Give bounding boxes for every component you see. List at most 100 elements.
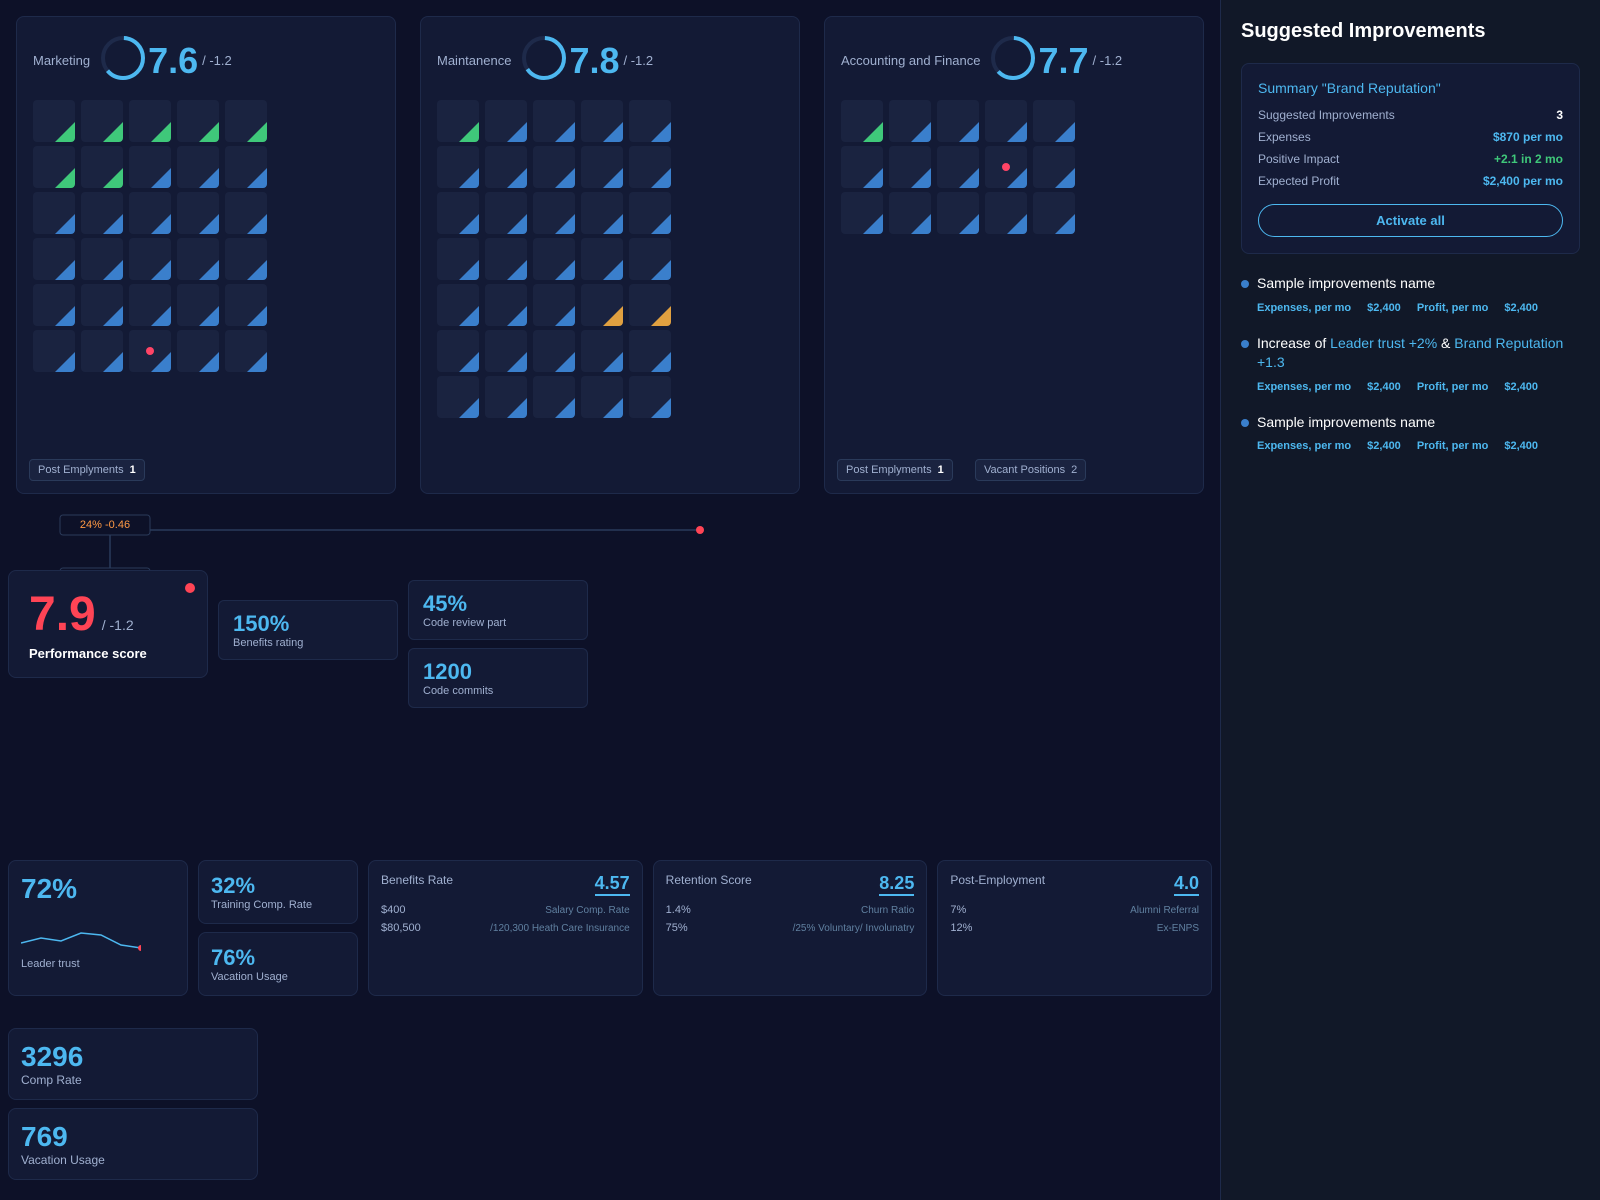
tile: [533, 146, 575, 188]
retention-row1-label: 1.4%: [666, 904, 691, 916]
code-commits-value: 1200: [423, 659, 573, 685]
tile: [581, 238, 623, 280]
tile: [129, 238, 171, 280]
summary-header: Summary "Brand Reputation": [1258, 80, 1563, 96]
postempl-title: Post-Employment: [950, 873, 1045, 896]
right-panel: Suggested Improvements Summary "Brand Re…: [1220, 0, 1600, 1200]
dept-score-maintanence: 7.8: [569, 40, 619, 82]
tile: [33, 238, 75, 280]
dept-card-maintanence: Maintanence 7.8 / -1.2: [420, 16, 800, 494]
benefits-rating-value: 150%: [233, 611, 383, 637]
profit-label: Expected Profit: [1258, 174, 1339, 188]
dept-card-accounting: Accounting and Finance 7.7 / -1.2: [824, 16, 1204, 494]
tile: [437, 192, 479, 234]
vacant-badge: Vacant Positions 2: [975, 459, 1086, 481]
perf-score-delta: / -1.2: [102, 617, 134, 633]
expenses-value: $870 per mo: [1493, 130, 1563, 144]
dept-title-accounting: Accounting and Finance: [841, 53, 980, 68]
benefits-score: 4.57: [595, 873, 630, 896]
imp3-profit-val: $2,400: [1504, 440, 1538, 452]
retention-row2-label: 75%: [666, 922, 688, 934]
leader-trust-link[interactable]: Leader trust +2%: [1330, 335, 1437, 351]
benefits-row2-label: $80,500: [381, 922, 421, 934]
dept-score-marketing: 7.6: [148, 40, 198, 82]
tile: [81, 284, 123, 326]
improvement-item-2: Increase of Leader trust +2% & Brand Rep…: [1241, 334, 1580, 393]
tile: [533, 330, 575, 372]
code-commits-label: Code commits: [423, 685, 573, 697]
tile: [33, 192, 75, 234]
dept-card-marketing: Marketing 7.6 / -1.2: [16, 16, 396, 494]
code-review-card: 45% Code review part: [408, 580, 588, 640]
perf-label: Performance score: [29, 646, 187, 661]
impact-label: Positive Impact: [1258, 152, 1339, 166]
tile: [437, 330, 479, 372]
profit-value: $2,400 per mo: [1483, 174, 1563, 188]
tile: [485, 238, 527, 280]
leader-trust-card: 72% Leader trust: [8, 860, 188, 996]
tile: [533, 192, 575, 234]
summary-row-count: Suggested Improvements 3: [1258, 108, 1563, 122]
dept-title-maintanence: Maintanence: [437, 53, 511, 68]
activate-all-button[interactable]: Activate all: [1258, 204, 1563, 237]
summary-row-profit: Expected Profit $2,400 per mo: [1258, 174, 1563, 188]
svg-text:24% -0.46: 24% -0.46: [80, 519, 130, 531]
retention-header: Retention Score 8.25: [666, 873, 915, 896]
tile: [33, 146, 75, 188]
tile: [129, 284, 171, 326]
impact-value: +2.1 in 2 mo: [1494, 152, 1563, 166]
tile: [533, 284, 575, 326]
imp3-exp-label: Expenses, per mo: [1257, 440, 1351, 452]
leader-trust-chart: [21, 913, 141, 953]
tile-red-dot: [129, 330, 171, 372]
tile: [629, 330, 671, 372]
tile: [225, 330, 267, 372]
tile: [177, 238, 219, 280]
tile: [33, 330, 75, 372]
retention-row-1: 1.4% Churn Ratio: [666, 904, 915, 916]
retention-title: Retention Score: [666, 873, 752, 896]
imp2-exp-label: Expenses, per mo: [1257, 381, 1351, 393]
imp3-exp-val: $2,400: [1367, 440, 1401, 452]
leader-trust-value: 72%: [21, 873, 175, 905]
tile: [629, 238, 671, 280]
tile: [129, 100, 171, 142]
performance-score-card: 7.9 / -1.2 Performance score: [8, 570, 208, 678]
imp2-exp-val: $2,400: [1367, 381, 1401, 393]
tile: [581, 330, 623, 372]
tile: [81, 330, 123, 372]
postempl-header: Post-Employment 4.0: [950, 873, 1199, 896]
tile: [129, 146, 171, 188]
tile: [437, 146, 479, 188]
tile: [177, 192, 219, 234]
tile: [485, 192, 527, 234]
benefits-row-2: $80,500 /120,300 Heath Care Insurance: [381, 922, 630, 934]
dept-title-marketing: Marketing: [33, 53, 90, 68]
tile: [437, 100, 479, 142]
post-empl-label: Post Emplyments: [38, 464, 124, 476]
improvement-title-3: Sample improvements name: [1257, 413, 1580, 433]
improvements-count-label: Suggested Improvements: [1258, 108, 1395, 122]
tile: [485, 284, 527, 326]
tile: [1033, 100, 1075, 142]
tile: [841, 146, 883, 188]
dept-score-accounting: 7.7: [1038, 40, 1088, 82]
postempl-row2-sub: Ex-ENPS: [1157, 923, 1199, 934]
tile: [177, 284, 219, 326]
tile: [629, 192, 671, 234]
tile: [629, 146, 671, 188]
tile: [33, 284, 75, 326]
training-comp-value: 32%: [211, 873, 345, 899]
tile: [629, 376, 671, 418]
tile: [937, 100, 979, 142]
postempl-row2-label: 12%: [950, 922, 972, 934]
improvement-metrics-2: Expenses, per mo $2,400 Profit, per mo $…: [1257, 381, 1580, 393]
tile: [629, 100, 671, 142]
improvement-item-3: Sample improvements name Expenses, per m…: [1241, 413, 1580, 453]
imp3-profit-label: Profit, per mo: [1417, 440, 1489, 452]
vacation-usage-num-value: 769: [21, 1121, 245, 1153]
tile: [937, 192, 979, 234]
tile: [81, 100, 123, 142]
postempl-row-2: 12% Ex-ENPS: [950, 922, 1199, 934]
improvement-item-1: Sample improvements name Expenses, per m…: [1241, 274, 1580, 314]
